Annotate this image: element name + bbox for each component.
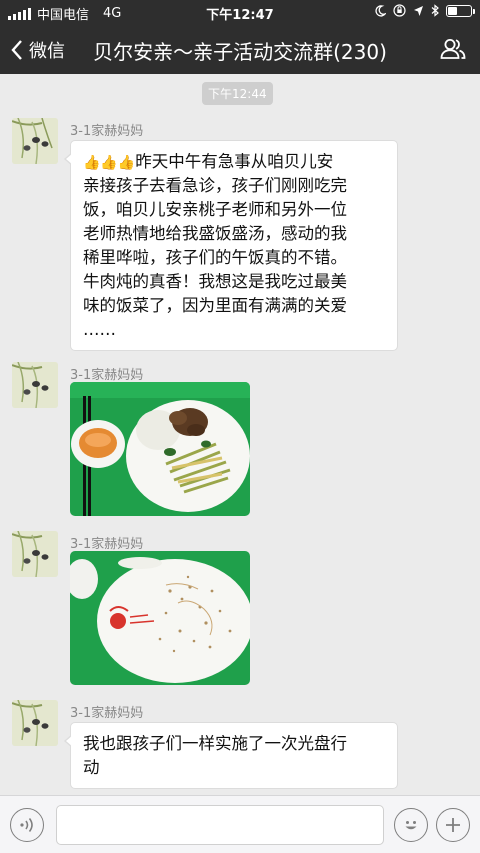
message-line: 老师热情地给我盛饭盛汤，感动的我 bbox=[83, 224, 347, 243]
voice-button[interactable] bbox=[10, 808, 44, 842]
message-timestamp: 下午12:44 bbox=[202, 82, 273, 105]
voice-icon bbox=[20, 818, 33, 832]
bluetooth-icon bbox=[431, 4, 439, 17]
battery-icon bbox=[446, 4, 475, 17]
sender-name: 3-1家赫妈妈 bbox=[70, 537, 144, 552]
message-line: …… bbox=[83, 320, 116, 339]
chat-title: 贝尔安亲～亲子活动交流群(230) bbox=[93, 40, 387, 64]
message-line: 牛肉炖的真香！我想这是我吃过最美 bbox=[83, 272, 347, 291]
chat-header: 微信 贝尔安亲～亲子活动交流群(230) bbox=[0, 24, 480, 74]
message-line: 亲接孩子去看急诊，孩子们刚刚吃完 bbox=[83, 176, 347, 195]
message-bubble[interactable]: 👍👍👍昨天中午有急事从咱贝儿安 亲接孩子去看急诊，孩子们刚刚吃完 饭，咱贝儿安亲… bbox=[64, 140, 398, 351]
more-button[interactable] bbox=[436, 808, 470, 842]
chat-messages[interactable]: 下午12:44 3-1家赫妈妈 👍👍👍昨天中午有急事从咱贝儿安 亲接孩子去看急诊… bbox=[0, 74, 480, 795]
avatar[interactable] bbox=[12, 118, 58, 164]
message-line: 味的饭菜了，因为里面有满满的关爱 bbox=[83, 296, 347, 315]
message-line: 动 bbox=[83, 758, 100, 777]
thumbs-up-emoji: 👍👍👍 bbox=[83, 155, 136, 171]
avatar[interactable] bbox=[12, 531, 58, 577]
moon-icon bbox=[375, 4, 386, 17]
avatar[interactable] bbox=[12, 362, 58, 408]
message-line: 昨天中午有急事从咱贝儿安 bbox=[135, 152, 334, 171]
group-members-icon bbox=[440, 39, 466, 59]
message-line: 我也跟孩子们一样实施了一次光盘行 bbox=[83, 734, 347, 753]
group-members-button[interactable] bbox=[440, 38, 466, 64]
emoji-icon bbox=[405, 821, 417, 830]
lunch-photo[interactable] bbox=[70, 382, 250, 516]
message-line: 稀里哗啦，孩子们的午饭真的不错。 bbox=[83, 248, 347, 267]
empty-plate-photo[interactable] bbox=[70, 551, 250, 685]
sender-name: 3-1家赫妈妈 bbox=[70, 368, 144, 383]
sender-name: 3-1家赫妈妈 bbox=[70, 124, 144, 139]
input-bar bbox=[0, 795, 480, 853]
plus-icon bbox=[446, 818, 460, 832]
message-bubble[interactable]: 我也跟孩子们一样实施了一次光盘行 动 bbox=[64, 722, 398, 789]
message-input[interactable] bbox=[56, 805, 384, 845]
avatar[interactable] bbox=[12, 700, 58, 746]
message-line: 饭，咱贝儿安亲桃子老师和另外一位 bbox=[83, 200, 347, 219]
status-bar: 中国电信 4G 下午12:47 bbox=[0, 0, 480, 24]
sender-name: 3-1家赫妈妈 bbox=[70, 706, 144, 721]
orientation-lock-icon bbox=[393, 4, 406, 17]
location-icon bbox=[414, 5, 423, 16]
emoji-button[interactable] bbox=[394, 808, 428, 842]
